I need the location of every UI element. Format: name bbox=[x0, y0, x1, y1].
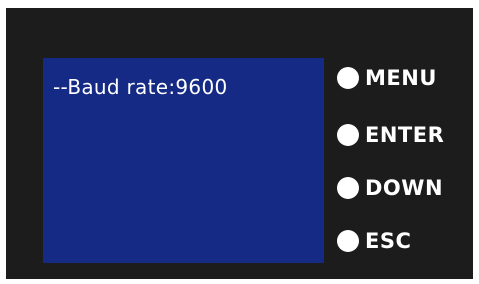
esc-button[interactable]: ESC bbox=[337, 229, 411, 253]
menu-button[interactable]: MENU bbox=[337, 66, 437, 90]
lcd-text: --Baud rate:9600 bbox=[53, 75, 228, 99]
circle-icon bbox=[337, 124, 359, 146]
circle-icon bbox=[337, 177, 359, 199]
circle-icon bbox=[337, 67, 359, 89]
circle-icon bbox=[337, 230, 359, 252]
control-panel: --Baud rate:9600 MENU ENTER DOWN ESC bbox=[6, 8, 473, 279]
menu-button-label: MENU bbox=[365, 66, 437, 90]
down-button[interactable]: DOWN bbox=[337, 176, 443, 200]
lcd-display: --Baud rate:9600 bbox=[43, 58, 324, 263]
enter-button-label: ENTER bbox=[365, 123, 445, 147]
down-button-label: DOWN bbox=[365, 176, 444, 200]
enter-button[interactable]: ENTER bbox=[337, 123, 444, 147]
esc-button-label: ESC bbox=[365, 229, 412, 253]
